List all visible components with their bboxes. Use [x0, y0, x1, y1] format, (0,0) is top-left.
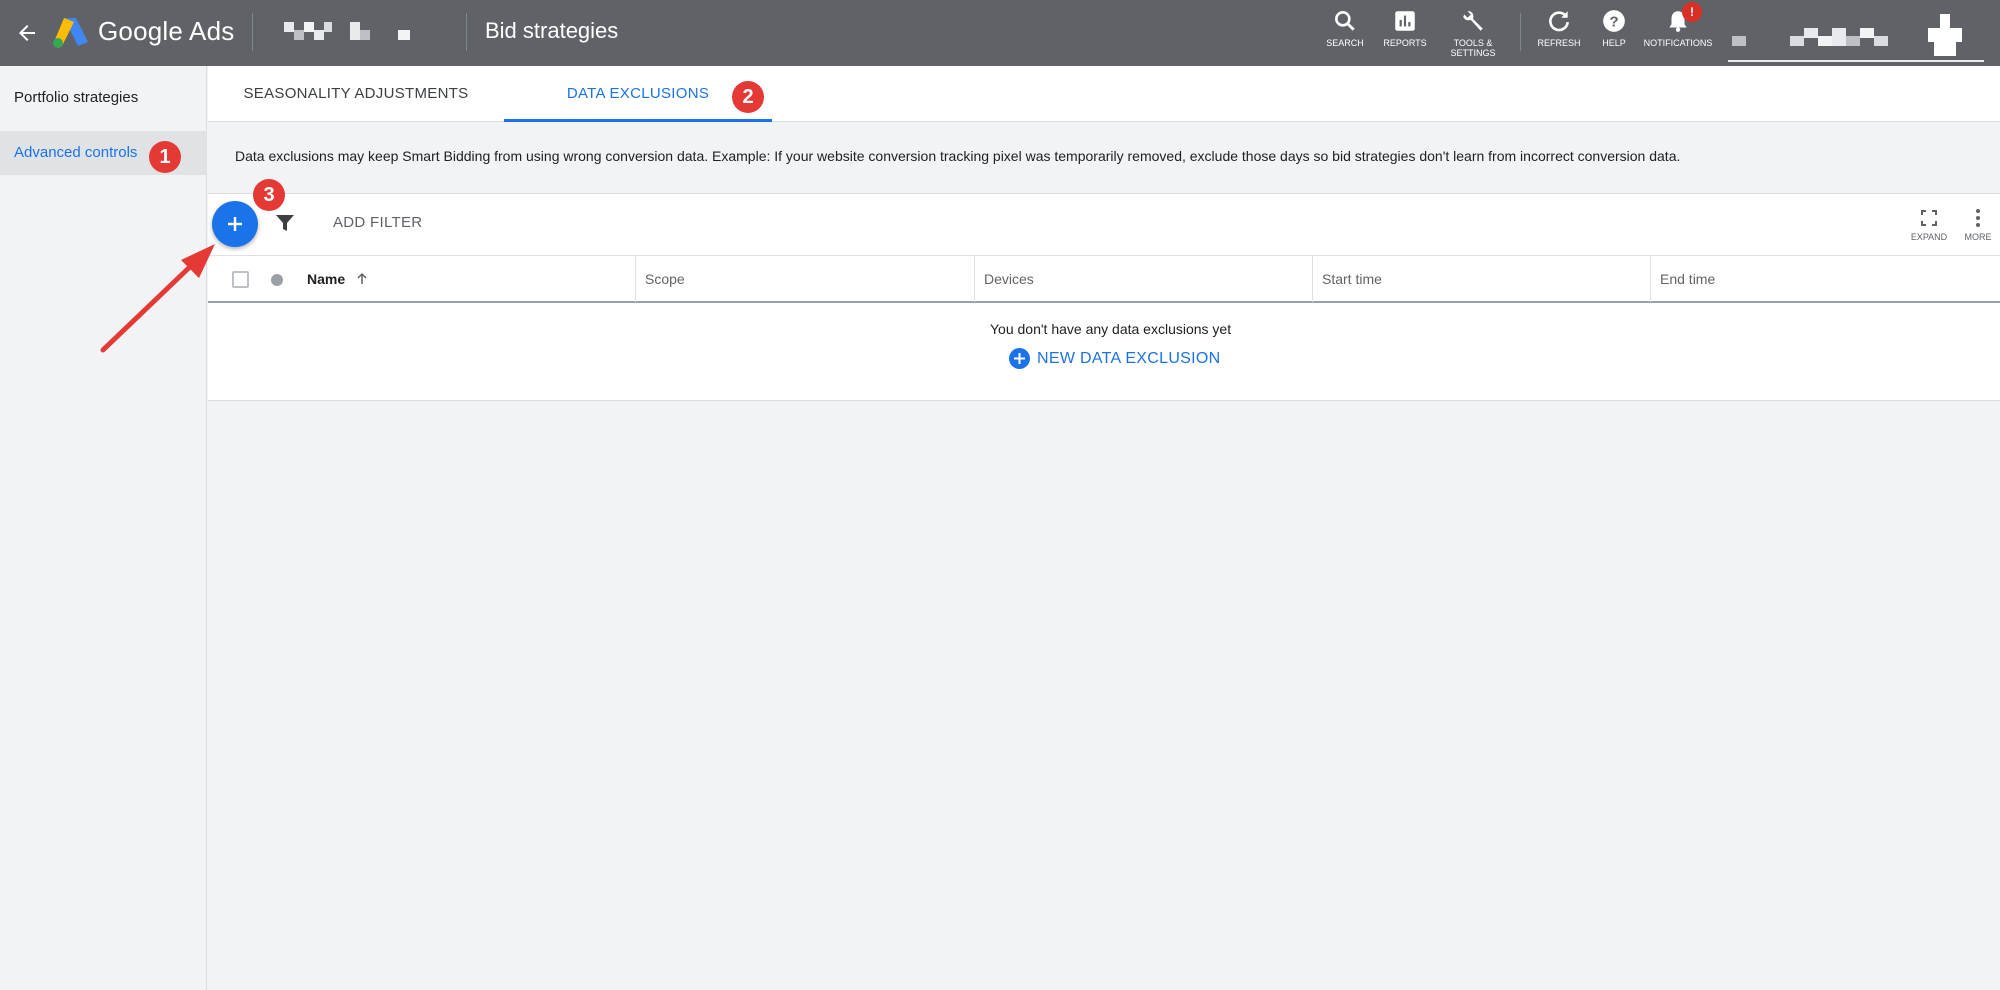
annotation-badge-2: 2	[732, 81, 764, 113]
user-account-redacted[interactable]	[1728, 14, 1984, 62]
reports-label: REPORTS	[1383, 38, 1427, 48]
column-header-name[interactable]: Name	[307, 256, 369, 302]
google-ads-logo-icon	[50, 14, 90, 50]
account-name-redacted[interactable]	[280, 20, 430, 44]
column-header-scope[interactable]: Scope	[645, 256, 685, 302]
page-title: Bid strategies	[485, 18, 619, 43]
divider	[466, 13, 467, 51]
notification-badge: !	[1682, 2, 1702, 22]
expand-label: EXPAND	[1910, 232, 1948, 242]
column-header-devices[interactable]: Devices	[984, 256, 1034, 302]
help-button[interactable]: ? HELP	[1579, 8, 1649, 48]
more-label: MORE	[1964, 232, 1992, 242]
search-icon	[1335, 11, 1355, 31]
notifications-button[interactable]: ! NOTIFICATIONS	[1643, 2, 1713, 48]
select-all-checkbox[interactable]	[232, 271, 249, 288]
refresh-label: REFRESH	[1537, 38, 1581, 48]
sort-ascending-icon	[357, 272, 367, 284]
column-header-start-time[interactable]: Start time	[1322, 256, 1382, 302]
expand-button[interactable]: EXPAND	[1904, 207, 1954, 242]
empty-state-message: You don't have any data exclusions yet	[990, 321, 1232, 337]
wrench-icon	[1463, 11, 1483, 31]
top-bar: Google Ads Bid strategies SEARCH REPORTS…	[0, 0, 2000, 66]
search-label: SEARCH	[1326, 38, 1364, 48]
column-name-label: Name	[307, 271, 346, 287]
help-icon: ?	[1603, 10, 1625, 32]
tab-bar: SEASONALITY ADJUSTMENTS DATA EXCLUSIONS	[208, 66, 2000, 122]
info-text: Data exclusions may keep Smart Bidding f…	[235, 148, 1681, 164]
add-filter-button[interactable]: ADD FILTER	[333, 214, 422, 231]
sidebar: Portfolio strategies Advanced controls	[0, 66, 207, 990]
sidebar-item-portfolio-strategies[interactable]: Portfolio strategies	[0, 76, 207, 120]
more-vert-icon	[1976, 209, 1980, 227]
column-header-end-time[interactable]: End time	[1660, 256, 1715, 302]
expand-icon	[1921, 210, 1937, 226]
notifications-label: NOTIFICATIONS	[1643, 38, 1713, 48]
new-data-exclusion-label: NEW DATA EXCLUSION	[1037, 349, 1221, 367]
reports-button[interactable]: REPORTS	[1370, 8, 1440, 48]
tools-settings-button[interactable]: TOOLS & SETTINGS	[1438, 8, 1508, 58]
reports-icon	[1395, 11, 1415, 31]
new-data-exclusion-button[interactable]: NEW DATA EXCLUSION	[1009, 348, 1221, 369]
more-button[interactable]: MORE	[1953, 207, 2000, 242]
divider	[1520, 13, 1521, 51]
tab-seasonality-adjustments[interactable]: SEASONALITY ADJUSTMENTS	[208, 66, 504, 122]
column-divider	[635, 256, 636, 302]
table-header: Name Scope Devices Start time End time	[208, 255, 2000, 303]
column-divider	[1312, 256, 1313, 302]
column-divider	[1650, 256, 1651, 302]
annotation-arrow-icon	[100, 244, 215, 353]
svg-text:?: ?	[1609, 13, 1618, 30]
back-arrow-icon[interactable]	[10, 16, 44, 50]
refresh-icon	[1549, 11, 1569, 32]
filter-icon[interactable]	[274, 212, 296, 234]
plus-icon	[228, 217, 242, 231]
tools-settings-label: TOOLS & SETTINGS	[1450, 38, 1496, 58]
column-divider	[974, 256, 975, 302]
annotation-badge-1: 1	[149, 141, 181, 173]
status-dot-icon	[271, 274, 283, 286]
add-circle-icon	[1009, 348, 1030, 369]
divider	[252, 13, 253, 51]
annotation-badge-3: 3	[253, 179, 285, 211]
help-label: HELP	[1602, 38, 1626, 48]
brand-name: Google Ads	[98, 16, 235, 46]
